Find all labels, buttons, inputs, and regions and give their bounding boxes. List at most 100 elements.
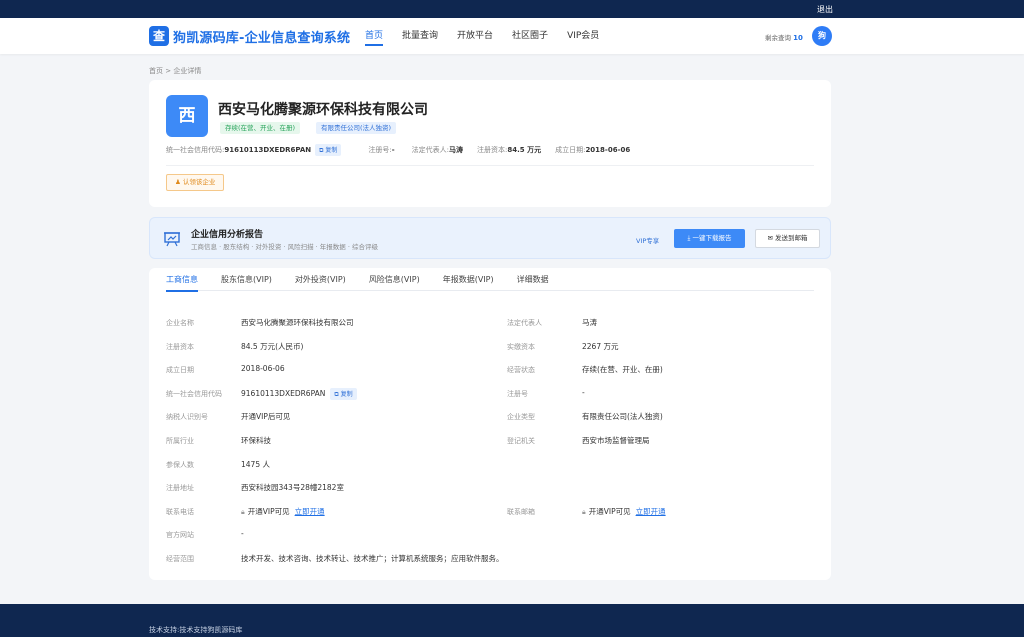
reg-no-value: - — [391, 146, 395, 154]
field-row: 经营范围 技术开发、技术咨询、技术转让、技术推广；计算机系统服务；应用软件服务。 — [166, 552, 814, 576]
legal-rep-value: 马涛 — [449, 146, 463, 154]
capital-value: 84.5 万元 — [507, 146, 542, 154]
field-row: 所属行业 环保科技 登记机关 西安市场监督管理局 — [166, 434, 814, 458]
nav-community[interactable]: 社区圈子 — [512, 18, 548, 54]
detail-tabs: 工商信息 股东信息(VIP) 对外投资(VIP) 风险信息(VIP) 年报数据(… — [166, 268, 814, 292]
tab-annual-reports[interactable]: 年报数据(VIP) — [443, 268, 494, 291]
business-info-fields: 企业名称 西安马化腾聚源环保科技有限公司 法定代表人 马涛 注册资本 84.5 … — [166, 316, 814, 576]
company-type-badge: 有限责任公司(法人独资) — [316, 122, 397, 134]
copy-label: 复制 — [340, 390, 353, 398]
nav-batch-query[interactable]: 批量查询 — [402, 18, 438, 54]
founded-value: 2018-06-06 — [585, 146, 631, 154]
field-label: 企业名称 — [166, 319, 194, 327]
nav-open-platform[interactable]: 开放平台 — [457, 18, 493, 54]
field-value: 2267 万元 — [582, 341, 619, 351]
field-value: 84.5 万元(人民币) — [241, 341, 304, 351]
field-value: 马涛 — [582, 318, 597, 327]
status-badge: 存续(在营、开业、在册) — [220, 122, 301, 134]
field-label: 企业类型 — [507, 413, 535, 422]
company-meta: 统一社会信用代码: 91610113DXEDR6PAN ⧉ 复制 注册号: - … — [166, 144, 630, 156]
nav-vip[interactable]: VIP会员 — [567, 18, 599, 54]
field-value: - — [582, 387, 585, 397]
footer-text: 技术支持:技术支持狗凯源码库 — [149, 626, 243, 634]
field-row: 注册地址 西安科技园343号28幢2182室 — [166, 481, 814, 505]
top-bar: 退出 — [0, 0, 1024, 18]
field-label: 联系电话 — [166, 507, 194, 516]
credit-code-label: 统一社会信用代码: — [166, 146, 225, 154]
field-row: 联系电话 🔒︎ 开通VIP可见 立即开通 联系邮箱 🔒︎ 开通VIP可见 立即开通 — [166, 505, 814, 529]
tab-shareholders[interactable]: 股东信息(VIP) — [221, 268, 272, 291]
field-value: 西安马化腾聚源环保科技有限公司 — [241, 318, 354, 327]
lock-icon: 🔒︎ — [241, 507, 245, 516]
copy-code-button[interactable]: ⧉ 复制 — [330, 387, 357, 400]
nav-home[interactable]: 首页 — [365, 18, 384, 54]
send-email-button[interactable]: ✉ 发送到邮箱 — [755, 229, 820, 248]
tab-investments[interactable]: 对外投资(VIP) — [295, 268, 346, 291]
field-label: 成立日期 — [166, 366, 194, 375]
field-label: 注册号 — [507, 389, 528, 398]
quota-value: 10 — [793, 34, 803, 42]
vip-exclusive-label: VIP专享 — [636, 237, 660, 245]
credit-code-text: 91610113DXEDR6PAN — [241, 388, 326, 398]
field-label: 经营状态 — [507, 366, 535, 375]
field-value: - — [241, 529, 244, 539]
field-row: 参保人数 1475 人 — [166, 458, 814, 482]
field-value: 环保科技 — [241, 435, 271, 445]
field-label: 注册地址 — [166, 484, 194, 493]
tab-business-info[interactable]: 工商信息 — [166, 268, 198, 292]
field-value: 🔒︎ 开通VIP可见 立即开通 — [582, 506, 666, 517]
report-title: 企业信用分析报告 — [191, 230, 264, 240]
divider — [166, 165, 814, 166]
field-label: 所属行业 — [166, 436, 194, 445]
legal-rep-label: 法定代表人: — [411, 146, 449, 154]
credit-report-banner: 企业信用分析报告 工商信息 · 股东结构 · 对外投资 · 风险扫描 · 年报数… — [149, 217, 831, 259]
logo-icon[interactable]: 查 — [149, 26, 169, 46]
field-row: 成立日期 2018-06-06 经营状态 存续(在营、开业、在册) — [166, 363, 814, 387]
field-label: 经营范围 — [166, 554, 194, 563]
tab-risk[interactable]: 风险信息(VIP) — [369, 268, 420, 291]
logout-link[interactable]: 退出 — [817, 4, 833, 15]
field-row: 企业名称 西安马化腾聚源环保科技有限公司 法定代表人 马涛 — [166, 316, 814, 340]
main-nav: 首页 批量查询 开放平台 社区圈子 VIP会员 — [365, 18, 618, 54]
user-avatar[interactable]: 狗 — [812, 26, 832, 46]
field-value: 1475 人 — [241, 459, 270, 469]
field-value: 91610113DXEDR6PAN ⧉ 复制 — [241, 387, 357, 400]
phone-locked-text: 开通VIP可见 — [247, 506, 290, 516]
claim-company-button[interactable]: ♟ 认领该企业 — [166, 174, 225, 191]
site-title[interactable]: 狗凯源码库-企业信息查询系统 — [173, 27, 350, 46]
field-label: 统一社会信用代码 — [166, 389, 222, 398]
field-label: 法定代表人 — [507, 319, 542, 327]
field-label: 注册资本 — [166, 342, 194, 351]
field-label: 官方网站 — [166, 531, 194, 540]
breadcrumb[interactable]: 首页 > 企业详情 — [149, 66, 201, 76]
field-value: 2018-06-06 — [241, 364, 285, 374]
claim-label: 认领该企业 — [182, 178, 216, 186]
report-board-icon — [164, 232, 180, 247]
field-value: 技术开发、技术咨询、技术转让、技术推广；计算机系统服务；应用软件服务。 — [241, 553, 504, 563]
field-value: 🔒︎ 开通VIP可见 立即开通 — [241, 506, 325, 517]
field-row: 统一社会信用代码 91610113DXEDR6PAN ⧉ 复制 注册号 - — [166, 387, 814, 411]
site-header: 查 狗凯源码库-企业信息查询系统 首页 批量查询 开放平台 社区圈子 VIP会员… — [0, 18, 1024, 54]
field-label: 参保人数 — [166, 460, 194, 469]
report-subtitle: 工商信息 · 股东结构 · 对外投资 · 风险扫描 · 年报数据 · 综合评级 — [191, 243, 378, 251]
founded-label: 成立日期: — [555, 146, 586, 154]
open-vip-link[interactable]: 立即开通 — [295, 507, 325, 516]
field-row: 纳税人识别号 开通VIP后可见 企业类型 有限责任公司(法人独资) — [166, 410, 814, 434]
field-label: 纳税人识别号 — [166, 413, 208, 422]
field-row: 注册资本 84.5 万元(人民币) 实缴资本 2267 万元 — [166, 340, 814, 364]
field-value: 有限责任公司(法人独资) — [582, 412, 663, 422]
company-summary-card: 西 西安马化腾聚源环保科技有限公司 存续(在营、开业、在册) 有限责任公司(法人… — [149, 80, 831, 207]
company-name: 西安马化腾聚源环保科技有限公司 — [218, 102, 428, 118]
field-value: 西安科技园343号28幢2182室 — [241, 483, 344, 493]
field-value: 西安市场监督管理局 — [582, 435, 650, 445]
tab-details[interactable]: 详细数据 — [517, 268, 549, 291]
download-report-button[interactable]: ⤓ 一键下载报告 — [674, 229, 745, 248]
company-detail-card: 工商信息 股东信息(VIP) 对外投资(VIP) 风险信息(VIP) 年报数据(… — [149, 268, 831, 580]
user-icon: ♟ — [175, 178, 183, 186]
copy-credit-code-button[interactable]: ⧉ 复制 — [315, 144, 342, 156]
mail-icon: ✉ — [767, 234, 775, 242]
field-value: 开通VIP后可见 — [241, 412, 291, 422]
copy-label: 复制 — [325, 147, 338, 154]
field-value: 存续(在营、开业、在册) — [582, 365, 663, 375]
open-vip-link[interactable]: 立即开通 — [636, 507, 666, 516]
